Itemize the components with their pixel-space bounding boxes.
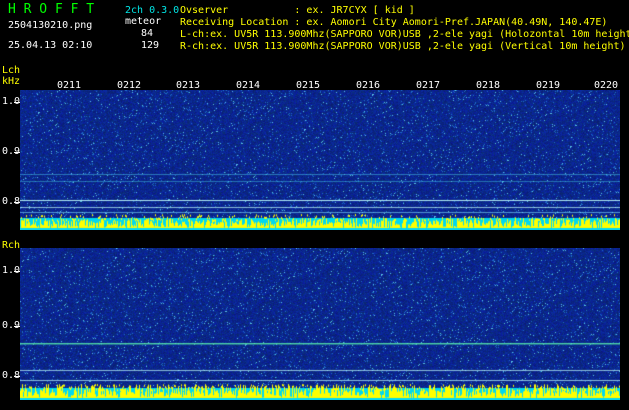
location-line: Receiving Location : ex. Aomori City Aom…	[180, 17, 608, 28]
lch-receiver-line: L-ch:ex. UV5R 113.900Mhz(SAPPORO VOR)USB…	[180, 29, 629, 40]
meteor-count-rch: 129	[141, 40, 160, 51]
rch-label: Rch	[2, 240, 21, 251]
lch-waterfall	[20, 90, 620, 230]
image-filename: 2504130210.png	[8, 20, 93, 31]
rch-receiver-line: R-ch:ex. UV5R 113.900Mhz(SAPPORO VOR)USB…	[180, 41, 626, 52]
app-title: H R O F F T	[8, 2, 95, 17]
capture-datetime: 25.04.13 02:10	[8, 40, 93, 51]
khz-unit-label: kHz	[2, 76, 21, 87]
version-label: 2ch 0.3.0	[125, 5, 180, 16]
meteor-count-lch: 84	[141, 28, 154, 39]
observer-line: Ovserver : ex. JR7CYX [ kid ]	[180, 5, 415, 16]
meteor-label: meteor	[125, 16, 162, 27]
rch-waterfall	[20, 248, 620, 400]
lch-label: Lch	[2, 65, 21, 76]
